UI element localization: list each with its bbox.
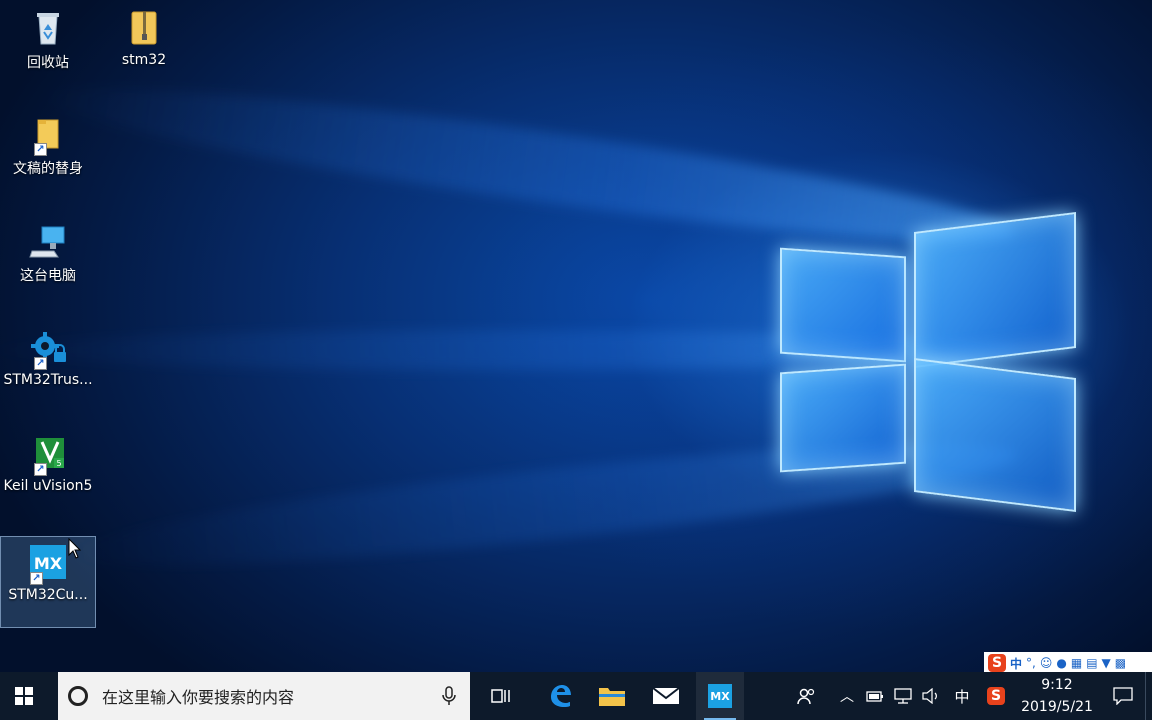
shortcut-arrow-icon: ↗ <box>30 572 43 585</box>
taskbar: 在这里输入你要搜索的内容 MX ︿ 中 S 9:12 2019/5/21 <box>0 672 1152 720</box>
logo-pane-bottom-left <box>780 363 906 473</box>
desktop-wallpaper: 回收站 stm32 ↗ 文稿的替身 这台电脑 ↗ STM32Trus... 5 … <box>0 0 1152 672</box>
mouse-cursor-icon <box>68 538 82 559</box>
desktop-icon-keil[interactable]: 5 ↗ Keil uVision5 <box>0 428 96 520</box>
network-icon <box>894 688 912 704</box>
clock-time: 9:12 <box>1041 677 1073 693</box>
shortcut-arrow-icon: ↗ <box>34 143 47 156</box>
desktop-icon-label: 这台电脑 <box>20 268 76 284</box>
search-box[interactable]: 在这里输入你要搜索的内容 <box>58 672 470 720</box>
battery-button[interactable] <box>861 672 889 720</box>
task-view-icon <box>491 689 510 703</box>
logo-pane-top-left <box>780 247 906 363</box>
action-center-button[interactable] <box>1101 672 1145 720</box>
sogou-tray-button[interactable]: S <box>979 672 1013 720</box>
mail-icon <box>652 687 680 704</box>
desktop-icon-label: 文稿的替身 <box>13 161 83 177</box>
ime-lang-toggle[interactable]: 中 <box>1010 655 1022 672</box>
people-button[interactable] <box>787 672 827 720</box>
ime-punct-toggle[interactable]: °, <box>1026 656 1036 670</box>
shortcut-arrow-icon: ↗ <box>34 357 47 370</box>
people-icon <box>797 688 815 705</box>
ime-toolbox-icon[interactable]: ▤ <box>1086 656 1097 670</box>
windows-logo-icon <box>15 687 33 705</box>
clock-date: 2019/5/21 <box>1021 699 1093 715</box>
computer-icon <box>28 221 68 261</box>
ime-keyboard-icon[interactable]: ▦ <box>1071 656 1082 670</box>
speaker-icon <box>922 688 937 704</box>
edge-icon <box>551 685 571 707</box>
desktop-icon-label: stm32 <box>121 52 167 68</box>
folder-icon <box>599 688 625 706</box>
taskbar-file-explorer-button[interactable] <box>588 672 636 720</box>
desktop-icon-recycle-bin[interactable]: 回收站 <box>0 2 96 94</box>
desktop-icon-stm32[interactable]: stm32 <box>96 2 192 94</box>
logo-pane-bottom-right <box>914 358 1076 512</box>
ime-mic-icon[interactable]: ● <box>1056 656 1066 670</box>
cortana-icon[interactable] <box>68 686 88 706</box>
volume-button[interactable] <box>917 672 945 720</box>
system-clock[interactable]: 9:12 2019/5/21 <box>1013 674 1101 718</box>
ime-skin-icon[interactable]: ▼ <box>1102 656 1111 670</box>
taskbar-stm32cubemx-button[interactable]: MX <box>696 672 744 720</box>
show-hidden-icons-button[interactable]: ︿ <box>833 672 861 720</box>
network-button[interactable] <box>889 672 917 720</box>
keil-icon: 5 ↗ <box>28 434 68 476</box>
taskbar-edge-button[interactable] <box>536 672 584 720</box>
folder-shortcut-icon: ↗ <box>28 114 68 156</box>
desktop-icon-label: STM32Cu... <box>8 587 88 603</box>
mx-icon: MX <box>708 684 732 708</box>
stm32-trust-icon: ↗ <box>28 328 68 370</box>
desktop-icon-label: Keil uVision5 <box>3 478 93 494</box>
desktop-icon-documents-alias[interactable]: ↗ 文稿的替身 <box>0 108 96 200</box>
battery-icon <box>866 691 883 702</box>
ime-emoji-icon[interactable]: ☺ <box>1040 656 1053 670</box>
desktop-icon-label: 回收站 <box>27 55 69 71</box>
stm32cubemx-icon: MX ↗ <box>28 543 68 585</box>
desktop-icon-label: STM32Trus... <box>3 372 93 388</box>
notification-icon <box>1113 687 1133 705</box>
start-button[interactable] <box>0 672 48 720</box>
sogou-logo-icon[interactable]: S <box>988 654 1006 672</box>
chevron-up-icon: ︿ <box>840 689 854 705</box>
show-desktop-button[interactable] <box>1145 672 1152 720</box>
svg-text:5: 5 <box>56 459 61 468</box>
task-view-button[interactable] <box>478 672 526 720</box>
logo-pane-top-right <box>914 212 1076 368</box>
svg-text:MX: MX <box>34 554 63 573</box>
folder-zip-icon <box>124 8 164 48</box>
desktop-icon-stm32-trust[interactable]: ↗ STM32Trus... <box>0 322 96 414</box>
search-placeholder: 在这里输入你要搜索的内容 <box>102 688 295 707</box>
taskbar-mail-button[interactable] <box>642 672 690 720</box>
sogou-tray-icon: S <box>987 687 1005 705</box>
desktop-icon-this-pc[interactable]: 这台电脑 <box>0 215 96 307</box>
microphone-icon[interactable] <box>442 686 456 706</box>
input-language-button[interactable]: 中 <box>945 672 979 720</box>
shortcut-arrow-icon: ↗ <box>34 463 47 476</box>
recycle-bin-icon <box>28 8 68 48</box>
ime-toolbar[interactable]: S 中 °, ☺ ● ▦ ▤ ▼ ▩ <box>984 652 1152 674</box>
ime-grid-icon[interactable]: ▩ <box>1115 656 1126 670</box>
